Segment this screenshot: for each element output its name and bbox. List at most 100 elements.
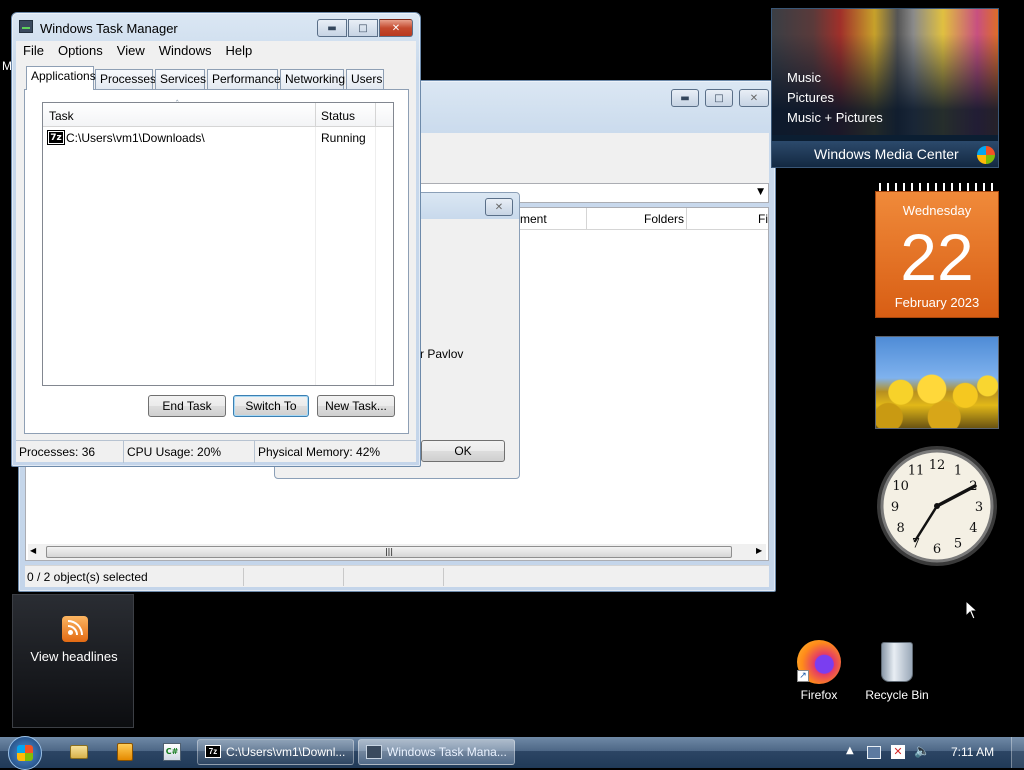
calendar-gadget[interactable]: Wednesday 22 February 2023 [875, 183, 999, 318]
recycle-bin-label: Recycle Bin [865, 688, 929, 702]
column-header-fi[interactable]: Fi [758, 212, 768, 226]
tab-users[interactable]: Users [346, 69, 384, 89]
menu-windows[interactable]: Windows [152, 41, 219, 61]
tulip-flowers [876, 367, 998, 428]
status-divider [343, 568, 344, 586]
menu-bar: File Options View Windows Help [16, 41, 416, 61]
clock-time[interactable]: 7:11 AM [951, 745, 994, 759]
volume-icon[interactable]: 🔈 [914, 744, 930, 759]
start-button[interactable] [6, 736, 44, 770]
action-center-flag-icon[interactable]: ✕ [891, 745, 905, 759]
switch-to-button[interactable]: Switch To [233, 395, 309, 417]
shortcut-arrow-icon: ↗ [797, 670, 809, 682]
status-memory: Physical Memory: 42% [258, 445, 381, 459]
column-header-comment[interactable]: ment [520, 212, 547, 226]
minimize-button[interactable]: ▬ [671, 89, 699, 107]
show-desktop-button[interactable] [1011, 737, 1024, 768]
maximize-button[interactable]: □ [705, 89, 733, 107]
mouse-cursor-icon [965, 600, 979, 620]
task-list[interactable]: ˆ Task Status 7z C:\Users\vm1\Downloads\… [42, 100, 394, 386]
firefox-desktop-icon[interactable]: ↗ Firefox [789, 636, 849, 706]
tab-performance[interactable]: Performance [207, 69, 281, 89]
firefox-label: Firefox [800, 688, 838, 702]
column-divider [586, 208, 587, 230]
tab-area: Applications Processes Services Performa… [16, 61, 416, 441]
column-divider [686, 208, 687, 230]
maximize-button[interactable]: □ [348, 19, 378, 37]
7zip-icon: 7z [47, 130, 65, 145]
media-item-music[interactable]: Music [787, 70, 821, 85]
column-header-folders[interactable]: Folders [644, 212, 684, 226]
tab-panel: ˆ Task Status 7z C:\Users\vm1\Downloads\… [24, 89, 409, 434]
chevron-down-icon[interactable]: ▼ [757, 187, 764, 197]
tab-strip: Applications Processes Services Performa… [26, 66, 406, 90]
tab-applications[interactable]: Applications [26, 66, 96, 90]
feed-headlines-gadget[interactable]: View headlines [12, 594, 134, 728]
minimize-button[interactable]: ▬ [317, 19, 347, 37]
calendar-month-year: February 2023 [894, 295, 980, 310]
close-button[interactable]: ✕ [379, 19, 413, 37]
show-hidden-icons-chevron[interactable]: ▲ [846, 745, 854, 756]
tab-processes[interactable]: Processes [95, 69, 156, 89]
selection-status: 0 / 2 object(s) selected [27, 570, 148, 584]
clock-number: 4 [969, 521, 977, 536]
task-list-header: ˆ Task Status [43, 100, 393, 127]
slideshow-gadget[interactable] [875, 336, 999, 429]
horizontal-scrollbar[interactable]: ◀ ||| ▶ [28, 544, 766, 560]
close-button[interactable]: ✕ [739, 89, 769, 107]
media-center-brand: Windows Media Center [814, 146, 959, 162]
menu-file[interactable]: File [16, 41, 51, 61]
column-line [375, 127, 376, 385]
column-divider [375, 103, 376, 127]
clock-number: 1 [954, 464, 962, 479]
new-task-button[interactable]: New Task... [317, 395, 395, 417]
rss-icon [62, 616, 88, 642]
clock-gadget[interactable]: 121234567891011 [875, 444, 999, 568]
scroll-right-icon[interactable]: ▶ [756, 546, 762, 555]
status-processes: Processes: 36 [16, 441, 124, 463]
recycle-bin-desktop-icon[interactable]: Recycle Bin [860, 636, 934, 706]
status-divider [443, 568, 444, 586]
taskbar-explorer-label: C:\Users\vm1\Downl... [226, 745, 346, 759]
status-cpu: CPU Usage: 20% [124, 441, 255, 463]
menu-options[interactable]: Options [51, 41, 110, 61]
media-item-pictures[interactable]: Pictures [787, 90, 834, 105]
task-manager-window: Windows Task Manager ▬ □ ✕ File Options … [11, 12, 421, 467]
clock-number: 5 [954, 536, 962, 551]
network-icon[interactable] [867, 746, 881, 759]
menu-help[interactable]: Help [218, 41, 259, 61]
status-divider [243, 568, 244, 586]
task-status: Running [321, 131, 366, 145]
task-manager-icon [19, 20, 33, 33]
explorer-quicklaunch-icon[interactable] [70, 745, 88, 759]
taskbar-button-explorer[interactable]: 7z C:\Users\vm1\Downl... [197, 739, 354, 765]
dialog-close-button[interactable]: ✕ [485, 198, 513, 216]
recycle-bin-icon [881, 642, 913, 682]
task-name: C:\Users\vm1\Downloads\ [66, 131, 205, 145]
column-line [315, 127, 316, 385]
dialog-text: r Pavlov [420, 347, 464, 361]
scroll-thumb[interactable]: ||| [46, 546, 732, 558]
taskbar-button-task-manager[interactable]: Windows Task Mana... [358, 739, 515, 765]
windows-logo-icon [977, 146, 995, 164]
tab-networking[interactable]: Networking [280, 69, 345, 89]
start-flag [17, 745, 33, 761]
task-manager-icon [366, 745, 382, 759]
column-header-status[interactable]: Status [321, 109, 355, 123]
media-player-quicklaunch-icon[interactable] [117, 743, 133, 761]
clock-number: 8 [896, 521, 904, 536]
tab-services[interactable]: Services [155, 69, 206, 89]
table-row[interactable]: 7z C:\Users\vm1\Downloads\ Running [43, 129, 393, 147]
media-item-music-pictures[interactable]: Music + Pictures [787, 110, 883, 125]
desktop-quicklaunch-icon[interactable]: C# [163, 743, 181, 761]
media-center-gadget[interactable]: Music Pictures Music + Pictures Windows … [771, 8, 999, 168]
column-divider [315, 103, 316, 127]
column-header-task[interactable]: Task [49, 109, 74, 123]
sort-arrow-icon: ˆ [175, 100, 180, 110]
ok-button[interactable]: OK [421, 440, 505, 462]
task-manager-statusbar: Processes: 36 CPU Usage: 20% Physical Me… [16, 440, 416, 463]
clock-number: 10 [892, 479, 909, 494]
scroll-left-icon[interactable]: ◀ [30, 546, 36, 555]
end-task-button[interactable]: End Task [148, 395, 226, 417]
menu-view[interactable]: View [110, 41, 152, 61]
